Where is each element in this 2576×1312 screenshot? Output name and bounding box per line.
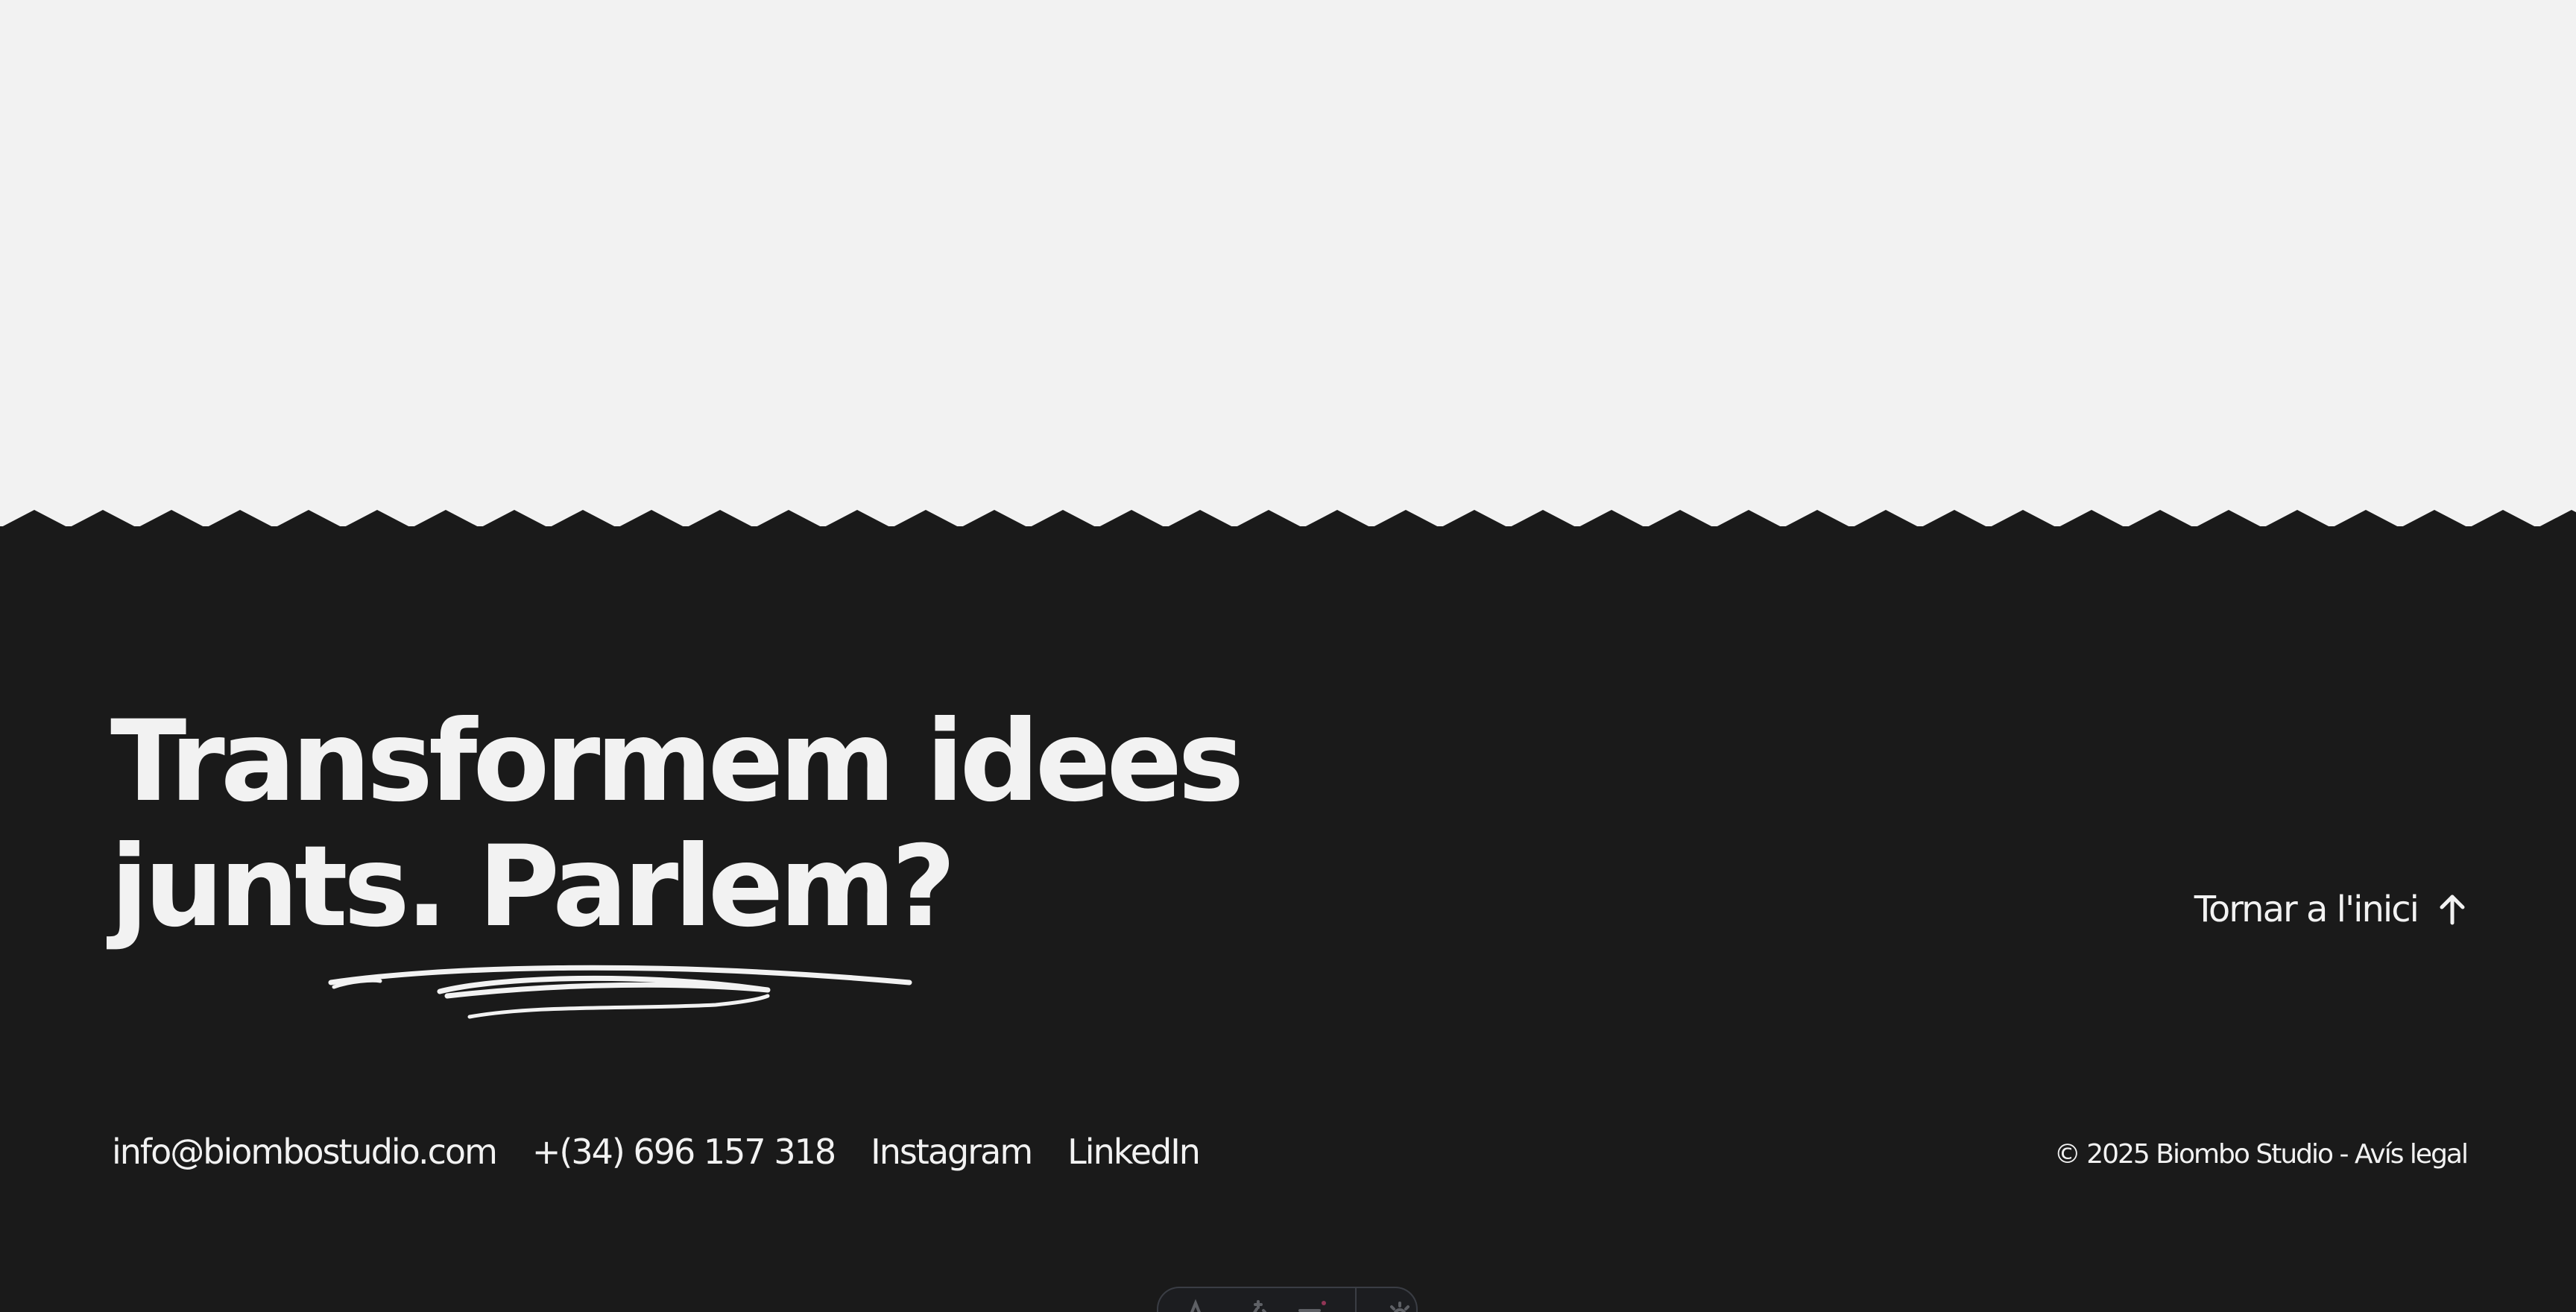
phone-link[interactable]: +(34) 696 157 318 bbox=[532, 1132, 836, 1172]
linkedin-link[interactable]: LinkedIn bbox=[1067, 1132, 1201, 1172]
contact-links: info@biombostudio.com +(34) 696 157 318 … bbox=[112, 1132, 1201, 1172]
toolbar-divider bbox=[1355, 1288, 1357, 1312]
handdrawn-underline bbox=[328, 965, 912, 1019]
floating-toolbar bbox=[1157, 1287, 1418, 1312]
text-tool-icon[interactable] bbox=[1181, 1299, 1210, 1312]
arrow-up-icon bbox=[2437, 893, 2467, 926]
back-to-top-label: Tornar a l'inici bbox=[2194, 889, 2419, 930]
page: Transformem idees junts. Parlem? Tornar … bbox=[0, 0, 2576, 1312]
headline-line-2: junts. Parlem? bbox=[110, 824, 1240, 950]
headline-line-2-prefix: junts. bbox=[110, 822, 479, 952]
blank-hero-area bbox=[0, 0, 2576, 537]
back-to-top-link[interactable]: Tornar a l'inici bbox=[2194, 889, 2467, 930]
footer: Transformem idees junts. Parlem? Tornar … bbox=[0, 526, 2576, 1312]
headline-line-1: Transformem idees bbox=[110, 697, 1244, 827]
sparkle-tool-icon[interactable] bbox=[1239, 1299, 1269, 1312]
copyright-text: © 2025 Biombo Studio - bbox=[2053, 1139, 2355, 1170]
cta-headline: Transformem idees junts. Parlem? bbox=[110, 697, 1244, 950]
list-tool-icon[interactable] bbox=[1297, 1299, 1327, 1312]
copyright-notice: © 2025 Biombo Studio - Avís legal bbox=[2053, 1139, 2469, 1170]
email-link[interactable]: info@biombostudio.com bbox=[112, 1132, 498, 1172]
legal-notice-link[interactable]: Avís legal bbox=[2355, 1139, 2469, 1170]
settings-icon[interactable] bbox=[1385, 1299, 1415, 1312]
headline-emphasis: Parlem? bbox=[478, 822, 956, 952]
instagram-link[interactable]: Instagram bbox=[871, 1132, 1033, 1172]
